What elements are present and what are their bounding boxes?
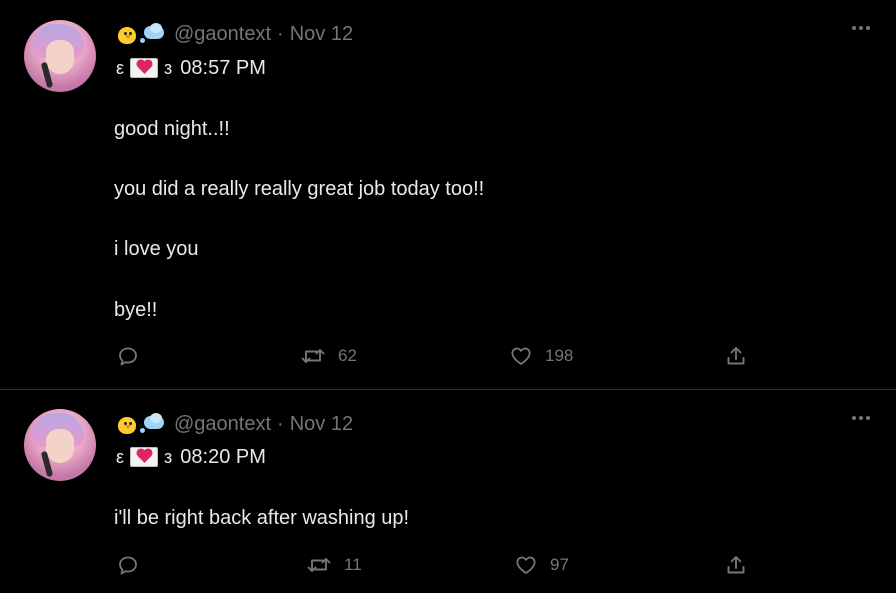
time-text: 08:57 PM [180, 56, 266, 79]
like-button[interactable]: 198 [509, 344, 573, 368]
reply-icon [119, 556, 137, 575]
retweet-count: 62 [338, 346, 357, 365]
separator-dot: · [277, 412, 284, 435]
tweet-date[interactable]: Nov 12 [290, 23, 353, 46]
tweet-line: you did a really really great job today … [114, 178, 485, 200]
thought-bubble-icon [140, 413, 166, 434]
retweet-button[interactable]: 11 [306, 553, 362, 577]
tweet-line: good night..!! [114, 118, 230, 140]
like-count: 97 [550, 555, 569, 574]
name-subline: ε з 08:20 PM [116, 444, 266, 470]
thought-bubble-icon [140, 23, 166, 44]
tweet-header: @gaontext · Nov 12 [116, 22, 353, 46]
reply-icon [119, 347, 137, 366]
share-button[interactable] [724, 344, 748, 368]
love-letter-icon [130, 58, 159, 78]
retweet-icon [301, 349, 325, 363]
tweet-line: bye!! [114, 299, 158, 321]
tweet-actions: 62 198 [114, 344, 854, 368]
tweet-actions: 11 97 [114, 553, 854, 577]
retweet-icon [307, 558, 331, 572]
bracket-left: ε [116, 446, 125, 467]
like-count: 198 [545, 346, 574, 365]
baby-chick-icon [116, 23, 138, 45]
more-icon[interactable] [852, 416, 870, 420]
baby-chick-icon [116, 413, 138, 435]
reply-button[interactable] [116, 344, 152, 368]
time-text: 08:20 PM [180, 445, 266, 468]
user-handle[interactable]: @gaontext [174, 413, 271, 436]
bracket-left: ε [116, 57, 125, 78]
avatar[interactable] [24, 20, 96, 92]
avatar-face [46, 40, 74, 74]
tweet-date[interactable]: Nov 12 [290, 413, 353, 436]
retweet-button[interactable]: 62 [300, 344, 357, 368]
avatar[interactable] [24, 409, 96, 481]
name-subline: ε з 08:57 PM [116, 55, 266, 81]
tweet-body: good night..!! [114, 117, 230, 141]
avatar-face [46, 429, 74, 463]
love-letter-icon [130, 447, 159, 467]
tweet-body: i'll be right back after washing up! [114, 506, 409, 530]
display-name[interactable] [116, 23, 166, 45]
tweet[interactable]: @gaontext · Nov 12 ε з 08:57 PM good nig… [0, 0, 896, 390]
share-button[interactable] [724, 553, 748, 577]
tweet-body: you did a really really great job today … [114, 177, 484, 201]
retweet-count: 11 [344, 555, 362, 574]
tweet-line: i'll be right back after washing up! [114, 507, 410, 529]
bracket-right: з [164, 446, 173, 467]
display-name[interactable] [116, 413, 166, 435]
user-handle[interactable]: @gaontext [174, 23, 271, 46]
share-icon [727, 556, 745, 574]
bracket-right: з [164, 57, 173, 78]
more-icon[interactable] [852, 26, 870, 30]
like-button[interactable]: 97 [514, 553, 569, 577]
heart-icon [516, 556, 536, 574]
tweet-body: i love you [114, 237, 199, 261]
heart-icon [511, 347, 531, 365]
tweet-line: i love you [114, 238, 199, 260]
share-icon [727, 347, 745, 365]
separator-dot: · [277, 22, 284, 45]
tweet-header: @gaontext · Nov 12 [116, 412, 353, 436]
reply-button[interactable] [116, 553, 152, 577]
tweet-body: bye!! [114, 298, 157, 322]
